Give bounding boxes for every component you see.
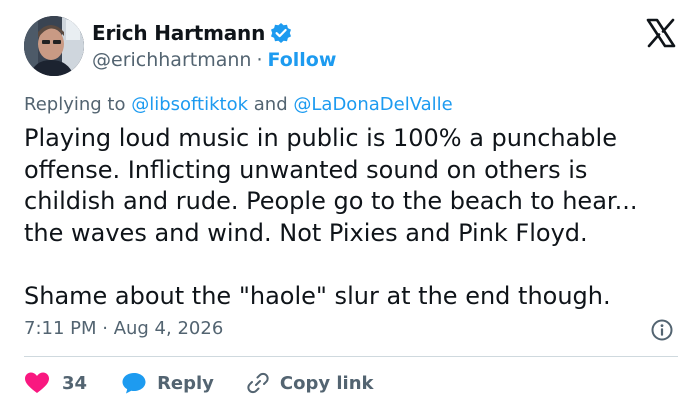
verified-badge-icon xyxy=(270,22,292,44)
tweet-timestamp[interactable]: 7:11 PM · Aug 4, 2026 xyxy=(24,318,223,339)
copy-link-label: Copy link xyxy=(279,372,374,394)
replying-to-line: Replying to @libsoftiktok and @LaDonaDel… xyxy=(24,94,453,115)
replying-to-conjunction: and xyxy=(253,94,288,115)
follow-button[interactable]: Follow xyxy=(268,49,337,71)
mention-link[interactable]: @libsoftiktok xyxy=(131,94,248,115)
link-icon xyxy=(247,372,269,394)
copy-link-button[interactable]: Copy link xyxy=(246,371,374,395)
mention-link[interactable]: @LaDonaDelValle xyxy=(293,94,452,115)
like-count: 34 xyxy=(62,372,88,394)
avatar[interactable] xyxy=(24,16,84,76)
author-handle[interactable]: @erichhartmann xyxy=(92,49,251,71)
author-name-row: Erich Hartmann xyxy=(92,20,292,46)
divider xyxy=(24,356,678,357)
like-button[interactable]: 34 xyxy=(24,371,87,395)
replying-to-prefix: Replying to xyxy=(24,94,126,115)
action-bar: 34 Reply Copy link xyxy=(24,368,374,398)
heart-icon xyxy=(25,372,49,393)
avatar-image xyxy=(24,16,84,76)
tweet-text: Playing loud music in public is 100% a p… xyxy=(24,124,638,310)
author-handle-row: @erichhartmann · Follow xyxy=(92,48,336,72)
info-icon[interactable] xyxy=(650,318,674,342)
reply-button[interactable]: Reply xyxy=(121,371,214,395)
author-display-name[interactable]: Erich Hartmann xyxy=(92,21,265,45)
reply-bubble-icon xyxy=(122,373,146,394)
handle-separator: · xyxy=(256,49,263,71)
x-logo-icon[interactable] xyxy=(646,18,676,48)
reply-label: Reply xyxy=(157,372,214,394)
